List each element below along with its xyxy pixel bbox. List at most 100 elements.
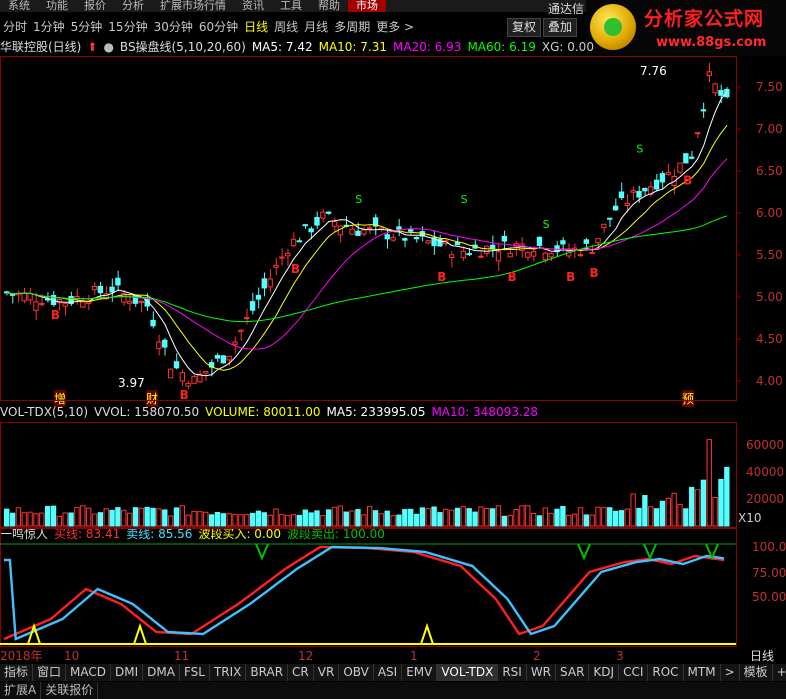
volume-bar: [267, 514, 273, 527]
tab-add[interactable]: +: [773, 664, 786, 681]
volume-bar: [689, 486, 695, 527]
volume-bar: [595, 506, 601, 527]
volume-bar: [191, 510, 197, 527]
candle-body: [308, 228, 314, 233]
candle-body: [607, 217, 613, 220]
kline-chart[interactable]: BBBB B B BBS SSS: [0, 0, 786, 664]
volume-bar: [197, 511, 203, 527]
candle-body: [636, 191, 642, 198]
volume-bar: [232, 514, 238, 527]
volume-bar: [285, 515, 291, 527]
candle-body: [724, 88, 730, 98]
candle-body: [27, 293, 33, 301]
candle-body: [97, 285, 104, 294]
volume-bar: [126, 512, 133, 527]
candle-body: [495, 251, 502, 262]
volume-bars: [4, 439, 730, 527]
candle-body: [689, 156, 695, 159]
candle-body: [577, 254, 584, 257]
volume-bar: [255, 510, 262, 527]
status-ext-a[interactable]: 扩展A: [0, 682, 42, 699]
tab-sar[interactable]: SAR: [556, 664, 590, 681]
tab-macd[interactable]: MACD: [66, 664, 112, 681]
volume-bar: [583, 514, 589, 527]
tab-brar[interactable]: BRAR: [246, 664, 289, 681]
volume-bar: [355, 509, 361, 527]
candle-body: [267, 278, 273, 288]
volume-bar: [501, 515, 508, 527]
tab-obv[interactable]: OBV: [339, 664, 374, 681]
candle-body: [712, 83, 718, 94]
volume-bar: [525, 505, 531, 527]
volume-bar: [208, 514, 215, 527]
candle-body: [683, 153, 689, 164]
tab-window[interactable]: 窗口: [33, 664, 67, 681]
volume-bar: [577, 507, 584, 527]
candle-body: [653, 179, 660, 190]
volume-bar: [653, 508, 660, 527]
volume-bar: [454, 507, 461, 527]
tab-emv[interactable]: EMV: [402, 664, 438, 681]
volume-bar: [39, 512, 45, 527]
volume-bar: [402, 509, 408, 527]
wave-buy-mark: [133, 622, 147, 645]
volume-bar: [308, 512, 314, 527]
candle-body: [407, 228, 414, 232]
tab-vr[interactable]: VR: [314, 664, 340, 681]
candle-body: [21, 292, 27, 302]
status-linked-quote[interactable]: 关联报价: [41, 682, 99, 699]
volume-bar: [238, 514, 244, 527]
volume-bar: [700, 479, 707, 527]
volume-bar: [290, 514, 297, 527]
volume-bar: [337, 505, 344, 527]
candle-body: [355, 230, 361, 236]
candle-body: [630, 190, 636, 193]
tab-wr[interactable]: WR: [527, 664, 557, 681]
volume-bar: [478, 506, 484, 527]
oscillator-line: [4, 545, 725, 641]
tab-trix[interactable]: TRIX: [210, 664, 247, 681]
volume-bar: [156, 508, 162, 527]
volume-bar: [472, 511, 478, 527]
tab-asi[interactable]: ASI: [374, 664, 403, 681]
candle-body: [203, 371, 209, 374]
tab-cr[interactable]: CR: [288, 664, 314, 681]
volume-bar: [589, 514, 595, 527]
tab-template[interactable]: 模板: [740, 664, 773, 681]
volume-bar: [396, 514, 402, 527]
candle-body: [290, 238, 297, 247]
volume-bar: [33, 513, 39, 527]
tab-vol-tdx[interactable]: VOL-TDX: [437, 664, 499, 681]
volume-bar: [601, 507, 607, 527]
tab-mtm[interactable]: MTM: [684, 664, 721, 681]
volume-bar: [244, 514, 250, 527]
volume-bar: [548, 512, 554, 527]
volume-bar: [712, 497, 718, 527]
tab-rsi[interactable]: RSI: [498, 664, 527, 681]
tab-roc[interactable]: ROC: [648, 664, 684, 681]
status-bar: 扩展A 关联报价: [0, 682, 786, 699]
volume-bar: [115, 507, 121, 527]
candle-body: [126, 300, 133, 304]
volume-bar: [542, 507, 548, 527]
tab-next[interactable]: >: [721, 664, 740, 681]
tab-kdj[interactable]: KDJ: [589, 664, 620, 681]
tab-cci[interactable]: CCI: [619, 664, 649, 681]
tab-indicator[interactable]: 指标: [0, 664, 34, 681]
volume-bar: [167, 515, 174, 527]
volume-bar: [513, 509, 519, 527]
tab-fsl[interactable]: FSL: [180, 664, 210, 681]
candle-body: [718, 90, 724, 96]
tab-dma[interactable]: DMA: [143, 664, 180, 681]
candle-body: [109, 286, 115, 293]
volume-bar: [349, 510, 355, 527]
tab-dmi[interactable]: DMI: [111, 664, 144, 681]
volume-bar: [97, 512, 104, 527]
volume-bar: [489, 508, 496, 527]
volume-bar: [437, 512, 443, 527]
volume-bar: [320, 515, 326, 527]
sell-signal-mark: S: [543, 218, 550, 231]
candle-body: [390, 236, 396, 241]
volume-bar: [612, 510, 619, 527]
volume-bar: [648, 506, 654, 527]
